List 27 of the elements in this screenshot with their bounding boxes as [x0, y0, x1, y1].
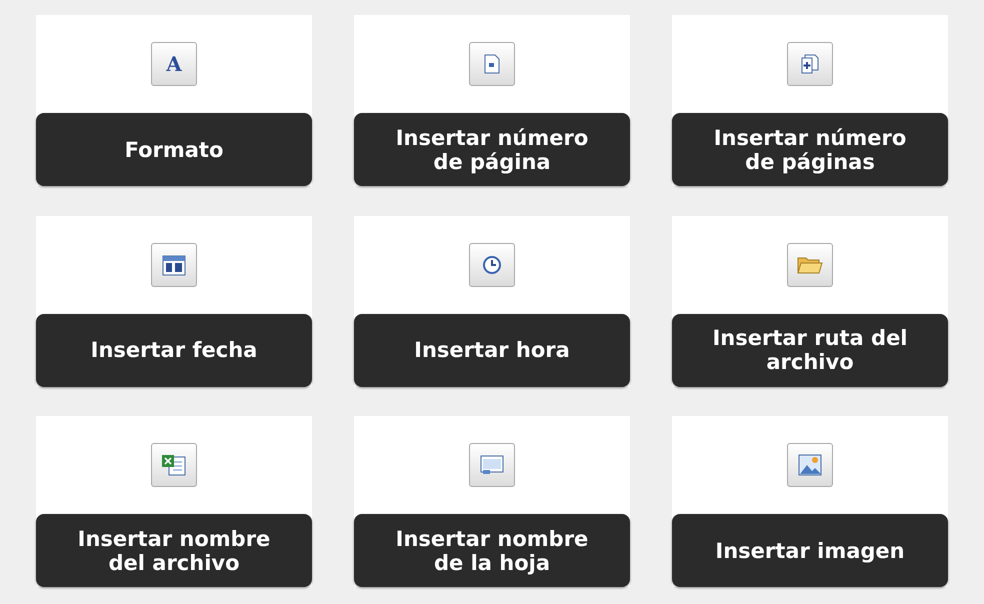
sheet-icon [480, 455, 504, 476]
insert-button[interactable]: Insertar número de página [354, 113, 630, 186]
icon-button[interactable] [787, 242, 833, 287]
calendar-icon [162, 254, 186, 276]
insert-button[interactable]: Insertar hora [354, 314, 630, 387]
clock-icon [482, 254, 502, 275]
insert-button[interactable]: Insertar imagen [672, 514, 948, 588]
insert-button[interactable]: Insertar nombre de la hoja [354, 514, 630, 588]
icon-button[interactable] [151, 242, 197, 287]
insert-button[interactable]: Formato [36, 113, 312, 186]
folder-icon [797, 254, 823, 275]
page-icon [483, 54, 501, 74]
icon-button[interactable] [787, 443, 833, 488]
insert-button[interactable]: Insertar nombre del archivo [36, 514, 312, 588]
insert-button[interactable]: Insertar fecha [36, 314, 312, 387]
icon-button[interactable] [469, 443, 515, 488]
icon-button[interactable]: A [151, 42, 197, 86]
image-icon [798, 454, 822, 476]
insert-button[interactable]: Insertar número de páginas [672, 113, 948, 186]
spreadsheet-icon [161, 454, 187, 476]
letter-icon: A [166, 54, 182, 74]
pages-plus-icon [800, 54, 820, 74]
icon-button[interactable] [469, 242, 515, 287]
icon-button[interactable] [151, 443, 197, 488]
icon-button[interactable] [469, 42, 515, 86]
insert-button[interactable]: Insertar ruta del archivo [672, 314, 948, 387]
icon-button[interactable] [787, 42, 833, 86]
